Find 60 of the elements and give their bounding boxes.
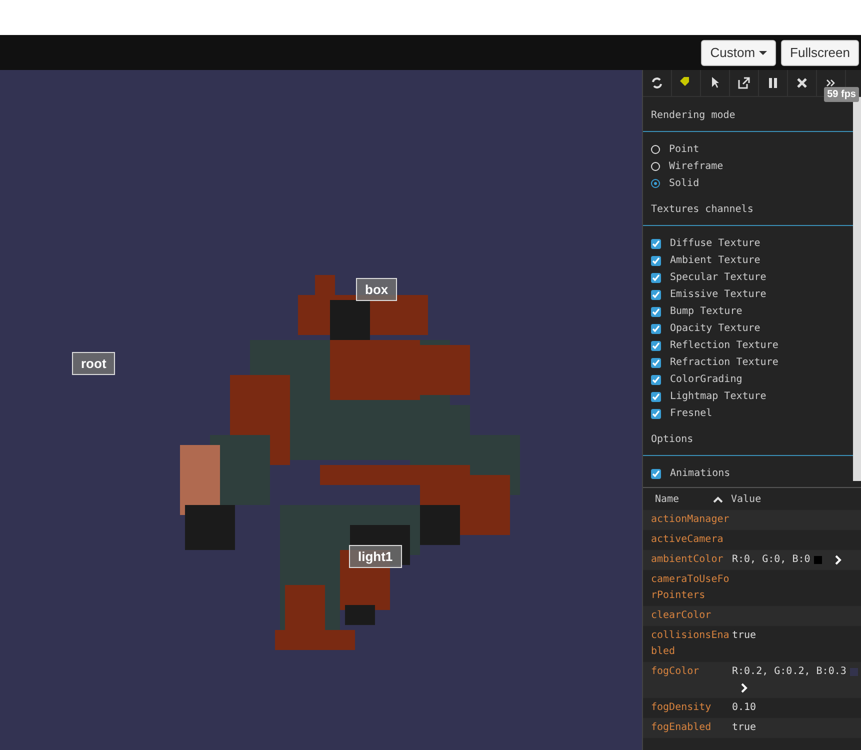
scene-viewport[interactable]: box root light1 xyxy=(0,70,642,750)
checkbox[interactable] xyxy=(651,392,661,402)
property-name: ambientColor xyxy=(651,553,724,567)
popout-icon[interactable] xyxy=(737,76,751,90)
checkbox[interactable] xyxy=(651,272,661,282)
checkbox[interactable] xyxy=(651,468,661,478)
custom-dropdown-button[interactable]: Custom xyxy=(701,40,776,66)
radio-label: Solid xyxy=(669,178,700,189)
property-value: R:0, G:0, B:0 xyxy=(732,553,810,567)
checkbox[interactable] xyxy=(651,324,661,334)
property-name: fogEnabled xyxy=(651,721,712,735)
close-icon[interactable] xyxy=(795,76,809,90)
property-name: clearColor xyxy=(651,609,712,623)
radio-label: Point xyxy=(669,144,700,155)
checkbox-label: Diffuse Texture xyxy=(670,238,760,249)
scene-label: root xyxy=(72,352,116,375)
column-header[interactable]: Name xyxy=(655,494,713,504)
property-value: 0.10 xyxy=(732,701,756,715)
checkbox[interactable] xyxy=(651,256,661,266)
checkbox-label: Lightmap Texture xyxy=(670,391,766,402)
section-title: Options xyxy=(651,434,694,445)
property-value: R:0.2, G:0.2, B:0.3 xyxy=(732,665,846,679)
checkbox-label: Ambient Texture xyxy=(670,255,760,266)
fps-badge: 59 fps xyxy=(824,87,859,102)
checkbox-label: ColorGrading xyxy=(670,374,742,385)
chevron-right-icon[interactable] xyxy=(834,555,842,565)
checkbox-label: Opacity Texture xyxy=(670,323,760,334)
checkbox[interactable] xyxy=(651,290,661,300)
section-title: Textures channels xyxy=(651,204,754,215)
checkbox-label: Animations xyxy=(670,468,730,479)
checkbox-label: Bump Texture xyxy=(670,306,742,317)
property-name: fogColor xyxy=(651,665,700,679)
radio-button[interactable] xyxy=(651,179,660,188)
radio-label: Wireframe xyxy=(669,161,724,172)
property-value: true xyxy=(732,721,756,735)
scene-label: box xyxy=(356,278,398,301)
checkbox-label: Refraction Texture xyxy=(670,357,778,368)
sort-caret-icon[interactable] xyxy=(713,495,723,503)
property-name: actionManager xyxy=(651,513,730,527)
refresh-icon[interactable] xyxy=(650,76,664,90)
checkbox[interactable] xyxy=(651,238,661,248)
checkbox[interactable] xyxy=(651,306,661,316)
scene-label: light1 xyxy=(349,545,402,568)
checkbox[interactable] xyxy=(651,374,661,384)
checkbox-label: Emissive Texture xyxy=(670,289,766,300)
property-value: true xyxy=(732,629,756,643)
pause-icon[interactable] xyxy=(766,76,780,90)
column-header[interactable]: Value xyxy=(731,494,762,504)
checkbox[interactable] xyxy=(651,340,661,350)
checkbox-label: Fresnel xyxy=(670,408,712,419)
section-title: Rendering mode xyxy=(651,110,736,121)
property-name: fogDensity xyxy=(651,701,712,715)
chevron-right-icon[interactable] xyxy=(740,683,748,693)
caret-icon xyxy=(759,50,768,54)
checkbox-label: Specular Texture xyxy=(670,272,766,283)
checkbox[interactable] xyxy=(651,358,661,368)
checkbox-label: Reflection Texture xyxy=(670,340,778,351)
checkbox[interactable] xyxy=(651,408,661,418)
property-name: activeCamera xyxy=(651,533,724,547)
fullscreen-button[interactable]: Fullscreen xyxy=(781,40,859,66)
